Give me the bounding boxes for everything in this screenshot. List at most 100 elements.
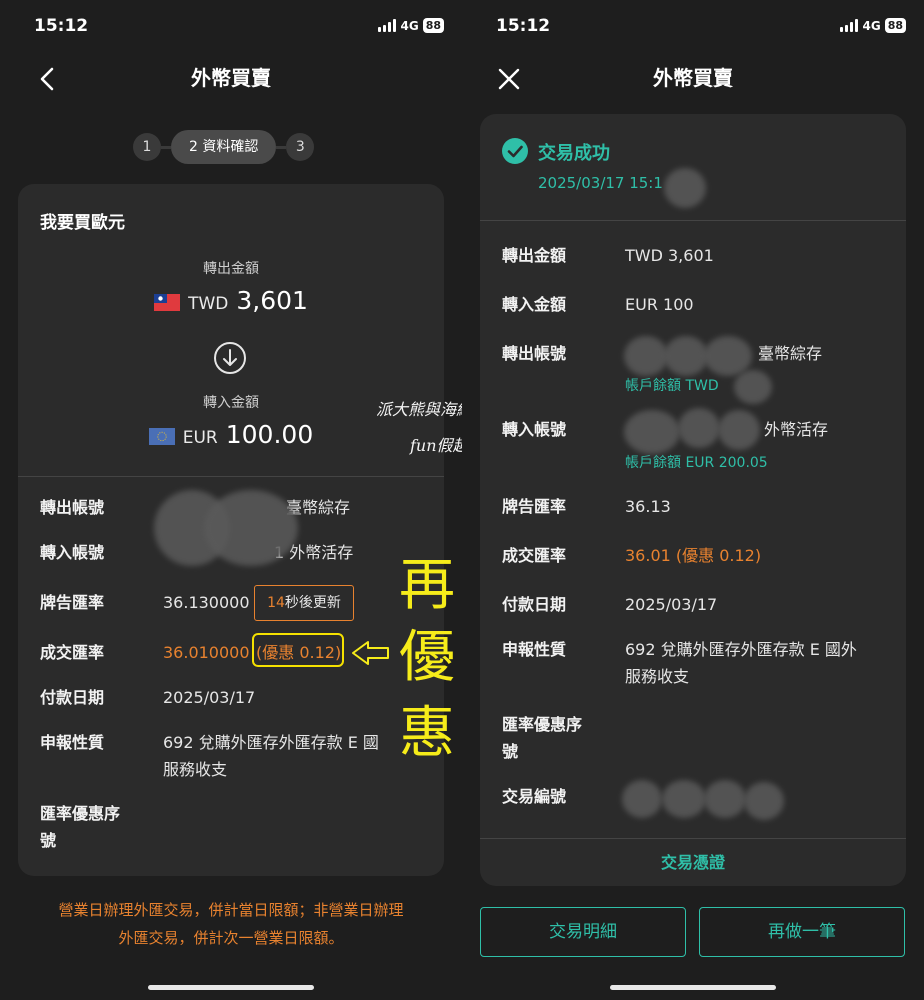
declare-label: 申報性質: [502, 640, 567, 659]
in-account-label: 轉入帳號: [40, 543, 105, 562]
success-title: 交易成功: [538, 143, 610, 164]
deal-rate-label: 成交匯率: [40, 643, 105, 662]
promo-no-label-line2: 號: [502, 742, 519, 761]
status-time: 15:12: [34, 16, 89, 36]
confirm-screen: 15:12 4G 88 外幣買賣 1 2 資料確認 3 我要買歐元 轉出金額 T…: [0, 0, 462, 1000]
eu-flag-icon: [148, 428, 175, 445]
status-bar: 15:12 4G 88: [0, 16, 462, 40]
out-currency: TWD: [188, 294, 229, 314]
step-2-current: 2 資料確認: [171, 130, 277, 164]
in-amount: 100.00: [225, 420, 314, 449]
step-3: 3: [286, 133, 315, 161]
annotation-char-2: 優: [399, 625, 455, 690]
pay-date-value: 2025/03/17: [625, 595, 718, 614]
result-screen: 15:12 4G 88 外幣買賣 交易成功 2025/03/17 15:1 轉出…: [462, 0, 924, 1000]
home-indicator[interactable]: [148, 985, 314, 990]
masked-txn-no: [622, 780, 662, 818]
masked-account: [624, 336, 668, 376]
out-account-label: 轉出帳號: [40, 498, 105, 517]
limit-note: 營業日辦理外匯交易，併計當日限額；非營業日辦理 外匯交易，併計次一營業日限額。: [0, 896, 462, 952]
card-title: 我要買歐元: [40, 213, 125, 233]
declare-value-line2: 服務收支: [163, 760, 228, 779]
annotation-char-1: 再: [399, 553, 455, 618]
watermark-line2: fun假趣: [410, 436, 462, 455]
annotation-char-3: 惠: [399, 701, 455, 766]
chevron-left-icon: [40, 67, 54, 91]
in-amount-row: EUR 100.00: [18, 420, 444, 449]
close-button[interactable]: [492, 62, 526, 96]
battery-icon: 88: [422, 18, 444, 33]
pay-date-label: 付款日期: [502, 595, 567, 614]
refresh-text: 秒後更新: [284, 595, 341, 611]
voucher-button[interactable]: 交易憑證: [480, 838, 906, 886]
board-rate-label: 牌告匯率: [502, 497, 567, 516]
declare-value-line1: 692 兌購外匯存外匯存款 E 國: [163, 733, 379, 752]
declare-value-line1: 692 兌購外匯存外匯存款 E 國外: [625, 640, 857, 659]
masked-account: [664, 336, 708, 376]
close-icon: [498, 68, 520, 90]
taiwan-flag-icon: [154, 294, 181, 311]
masked-time: [664, 168, 706, 208]
txn-no-label: 交易編號: [502, 787, 567, 806]
out-amount-value: TWD 3,601: [625, 246, 714, 265]
out-balance: 帳戶餘額 TWD: [625, 378, 719, 394]
promo-no-label-line2: 號: [40, 831, 57, 850]
highlight-box: [252, 633, 344, 667]
out-amount-label: 轉出金額: [502, 246, 567, 265]
out-amount-row: TWD 3,601: [18, 286, 444, 315]
board-rate-label: 牌告匯率: [40, 593, 105, 612]
deal-rate-label: 成交匯率: [502, 546, 567, 565]
status-indicators: 4G 88: [378, 18, 444, 33]
limit-note-line2: 外匯交易，併計次一營業日限額。: [118, 929, 344, 947]
out-account-value: 臺幣綜存: [758, 344, 823, 363]
pay-date-label: 付款日期: [40, 688, 105, 707]
out-account-label: 轉出帳號: [502, 344, 567, 363]
in-account-label: 轉入帳號: [502, 420, 567, 439]
progress-stepper: 1 2 資料確認 3: [133, 130, 315, 164]
in-amount-value: EUR 100: [625, 295, 694, 314]
in-account-value: 外幣活存: [764, 420, 829, 439]
masked-account: [704, 336, 752, 376]
board-rate-value: 36.13: [625, 497, 671, 516]
status-time: 15:12: [496, 16, 551, 36]
masked-account: [624, 410, 680, 454]
page-title: 外幣買賣: [653, 66, 733, 90]
masked-account: [718, 410, 760, 450]
masked-txn-no: [662, 780, 706, 818]
watermark-line1: 派大熊與海綿羊: [376, 400, 462, 419]
again-button[interactable]: 再做一筆: [699, 907, 905, 957]
check-circle-icon: [502, 138, 528, 164]
deal-rate-value: 36.01 (優惠 0.12): [625, 546, 762, 565]
nav-bar: 外幣買賣: [0, 60, 462, 96]
annotation-arrow-icon: [352, 641, 389, 665]
masked-txn-no: [744, 782, 784, 820]
divider: [480, 220, 906, 221]
masked-account: [678, 408, 720, 448]
status-indicators: 4G 88: [840, 18, 906, 33]
masked-balance: [734, 370, 772, 404]
limit-note-line1: 營業日辦理外匯交易，併計當日限額；非營業日辦理: [58, 901, 404, 919]
nav-bar: 外幣買賣: [462, 60, 924, 96]
home-indicator[interactable]: [610, 985, 776, 990]
page-title: 外幣買賣: [191, 66, 271, 90]
arrow-down-circle-icon: [214, 342, 246, 374]
battery-icon: 88: [884, 18, 906, 33]
step-connector: [161, 145, 171, 149]
detail-button[interactable]: 交易明細: [480, 907, 686, 957]
back-button[interactable]: [30, 62, 64, 96]
declare-label: 申報性質: [40, 733, 105, 752]
declare-value-line2: 服務收支: [625, 667, 690, 686]
divider: [18, 476, 444, 477]
step-1: 1: [133, 133, 161, 161]
signal-icon: [378, 19, 397, 32]
pay-date-value: 2025/03/17: [163, 688, 256, 707]
masked-txn-no: [704, 780, 746, 818]
network-type: 4G: [862, 18, 881, 33]
success-time: 2025/03/17 15:1: [538, 174, 663, 192]
rate-refresh-countdown[interactable]: 14秒後更新: [254, 585, 354, 621]
masked-account: [204, 490, 298, 566]
signal-icon: [840, 19, 859, 32]
out-amount: 3,601: [236, 286, 308, 315]
board-rate-value: 36.130000: [163, 593, 250, 612]
promo-no-label-line1: 匯率優惠序: [502, 715, 583, 734]
